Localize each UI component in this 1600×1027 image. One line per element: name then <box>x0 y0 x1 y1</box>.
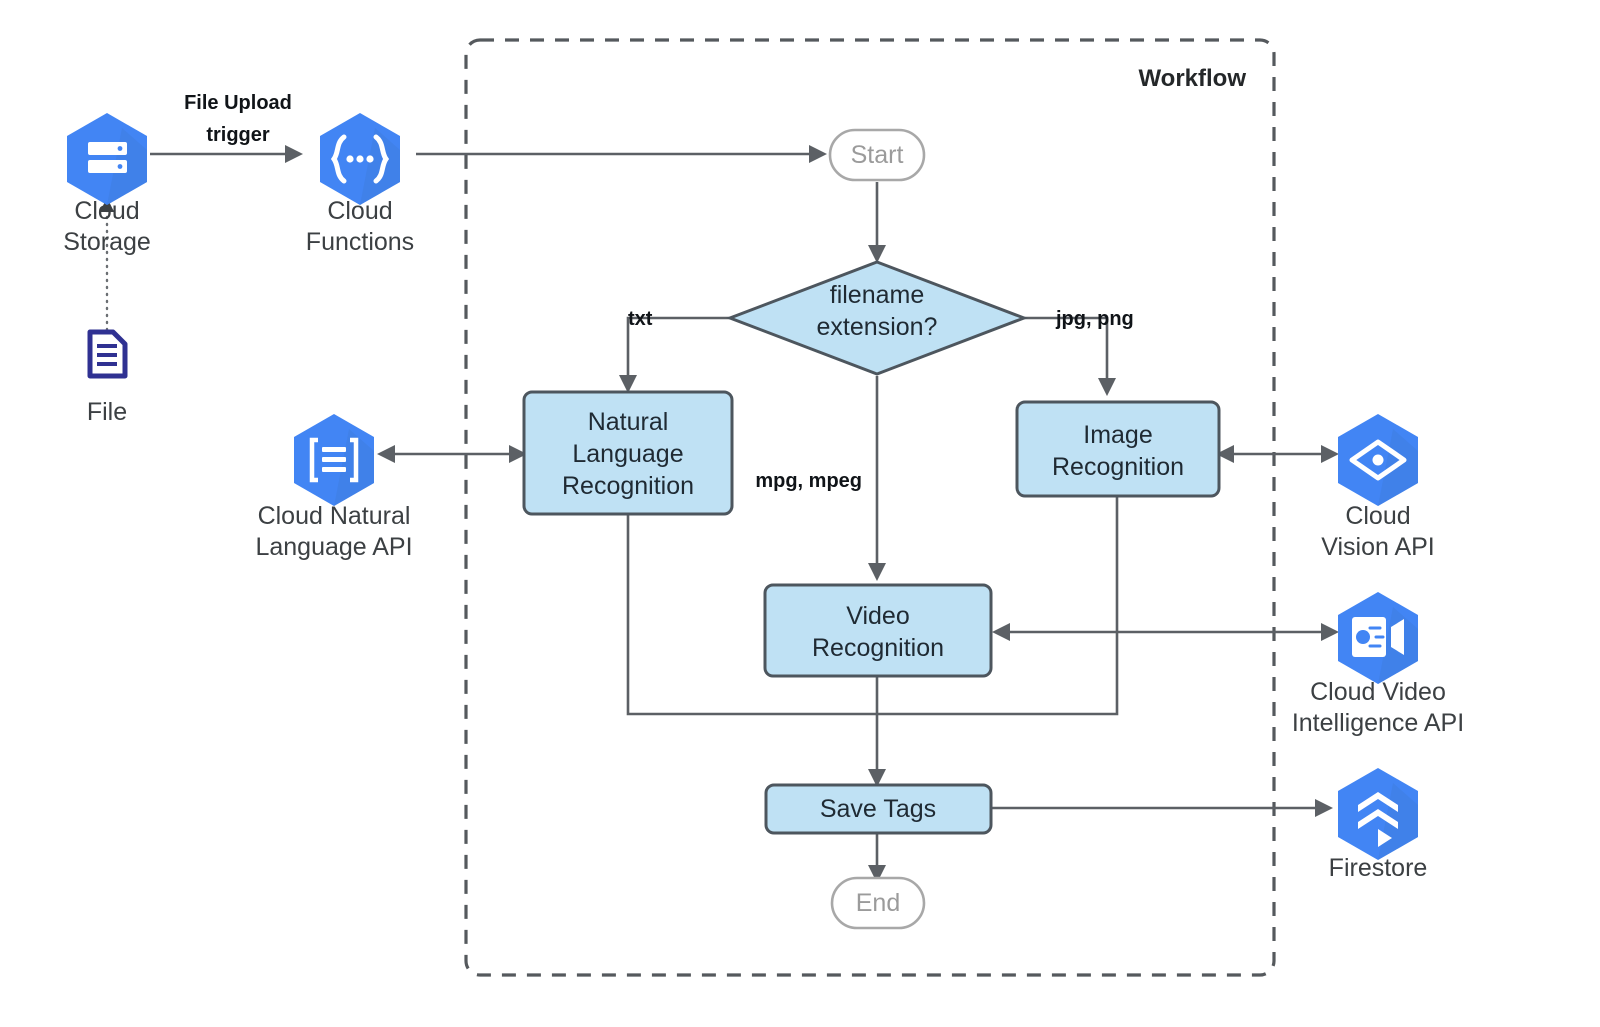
gcp-service-cloud-vision-api[interactable]: Cloud Vision API <box>1321 414 1435 561</box>
cloud-natural-language-api-icon <box>294 414 374 506</box>
workflow-group-label: Workflow <box>1138 65 1246 92</box>
save-tags-label: Save Tags <box>820 795 936 823</box>
gcp-service-cloud-natural-language-api[interactable]: Cloud Natural Language API <box>255 414 413 561</box>
firestore-icon <box>1338 768 1418 860</box>
edge-label-txt: txt <box>628 308 653 330</box>
cloud-functions-label-line2: Functions <box>306 228 414 256</box>
end-node-label: End <box>856 889 900 917</box>
edge-label-file-upload-trigger-line2: trigger <box>206 124 270 146</box>
cloud-functions-label-line1: Cloud <box>327 197 392 225</box>
cloud-video-intelligence-api-icon <box>1338 592 1418 684</box>
video-recognition-label-line1: Video <box>846 602 910 630</box>
nl-recognition-label-line3: Recognition <box>562 472 694 500</box>
nl-recognition-label-line2: Language <box>572 440 683 468</box>
nl-api-label-line2: Language API <box>255 533 412 561</box>
file-icon <box>87 329 128 379</box>
file-label: File <box>87 398 127 426</box>
video-api-label-line2: Intelligence API <box>1292 709 1464 737</box>
edge-label-file-upload-trigger-line1: File Upload <box>184 92 292 114</box>
image-recognition-label-line1: Image <box>1083 421 1152 449</box>
vision-api-label-line1: Cloud <box>1345 502 1410 530</box>
image-recognition-label-line2: Recognition <box>1052 453 1184 481</box>
gcp-service-cloud-storage[interactable]: Cloud Storage <box>63 113 151 256</box>
vision-api-label-line2: Vision API <box>1321 533 1435 561</box>
cloud-storage-label-line2: Storage <box>63 228 151 256</box>
video-recognition-label-line2: Recognition <box>812 634 944 662</box>
edge-label-mpg-mpeg: mpg, mpeg <box>755 470 862 492</box>
cloud-vision-api-icon <box>1338 414 1418 506</box>
decision-label-line2: extension? <box>817 313 938 341</box>
gcp-service-cloud-video-intelligence-api[interactable]: Cloud Video Intelligence API <box>1292 592 1464 737</box>
diagram-canvas: Start filename extension? Natural Langua… <box>63 38 1464 977</box>
cloud-storage-label-line1: Cloud <box>74 197 139 225</box>
flow-node-image-recognition[interactable]: Image Recognition <box>1015 400 1221 498</box>
cloud-functions-icon <box>320 113 400 205</box>
gcp-service-cloud-functions[interactable]: Cloud Functions <box>306 113 414 256</box>
cloud-storage-icon <box>67 113 147 205</box>
edge-label-jpg-png: jpg, png <box>1055 308 1134 330</box>
flow-node-start[interactable]: Start <box>828 128 926 182</box>
nl-recognition-label-line1: Natural <box>588 408 669 436</box>
firestore-label: Firestore <box>1329 854 1428 882</box>
start-node-label: Start <box>851 141 904 169</box>
video-api-label-line1: Cloud Video <box>1310 678 1446 706</box>
gcp-service-file[interactable]: File <box>87 329 128 426</box>
architecture-diagram: Start filename extension? Natural Langua… <box>0 0 1600 1027</box>
flow-node-end[interactable]: End <box>830 876 926 930</box>
nl-api-label-line1: Cloud Natural <box>258 502 411 530</box>
decision-label-line1: filename <box>830 281 925 309</box>
flow-node-natural-language-recognition[interactable]: Natural Language Recognition <box>522 390 734 516</box>
gcp-service-firestore[interactable]: Firestore <box>1329 768 1428 882</box>
flow-node-filename-extension-decision[interactable]: filename extension? <box>725 260 1029 376</box>
flow-node-save-tags[interactable]: Save Tags <box>764 783 993 835</box>
flow-node-video-recognition[interactable]: Video Recognition <box>763 583 993 678</box>
